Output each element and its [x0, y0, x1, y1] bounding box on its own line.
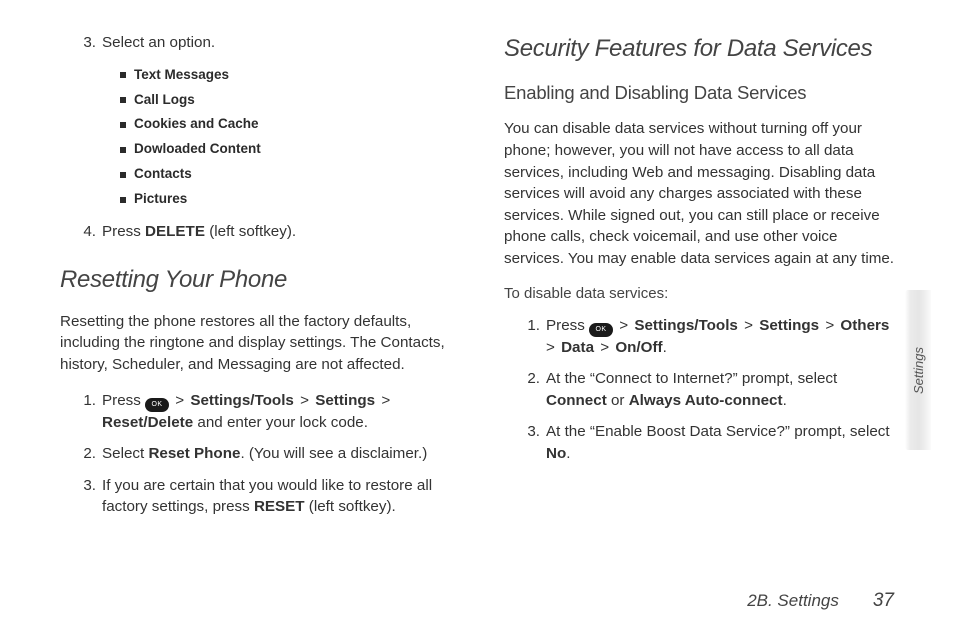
step-number: 2. — [80, 443, 102, 465]
reset-step-2: 2. Select Reset Phone. (You will see a d… — [60, 443, 456, 465]
heading-security: Security Features for Data Services — [504, 32, 900, 66]
list-item: Contacts — [120, 163, 456, 186]
menu-path-item: Others — [840, 317, 889, 334]
text-run: Press — [102, 392, 145, 409]
options-list: Text Messages Call Logs Cookies and Cach… — [60, 64, 456, 212]
section-tab: Settings — [905, 290, 931, 450]
option-label: Call Logs — [134, 89, 195, 112]
menu-path-item: Connect — [546, 392, 607, 409]
text-run: and enter your lock code. — [193, 414, 368, 431]
subheading-enable-disable: Enabling and Disabling Data Services — [504, 80, 900, 106]
menu-path-item: Settings — [759, 317, 819, 334]
disable-step-2: 2. At the “Connect to Internet?” prompt,… — [504, 368, 900, 411]
menu-path-item: Settings/Tools — [634, 317, 738, 334]
ok-button-icon: OK — [589, 323, 613, 337]
text-run: . (You will see a disclaimer.) — [240, 445, 427, 462]
text-run: or — [607, 392, 629, 409]
text-run: . — [663, 339, 667, 356]
menu-path-item: Data — [561, 339, 594, 356]
step-3: 3. Select an option. — [60, 32, 456, 54]
right-column: Security Features for Data Services Enab… — [504, 32, 900, 560]
square-bullet-icon — [120, 172, 126, 178]
list-item: Text Messages — [120, 64, 456, 87]
menu-path-item: Reset/Delete — [102, 414, 193, 431]
option-label: Pictures — [134, 188, 187, 211]
step-text: Select an option. — [102, 32, 456, 54]
square-bullet-icon — [120, 97, 126, 103]
square-bullet-icon — [120, 147, 126, 153]
page-footer: 2B. Settings 37 — [747, 590, 894, 612]
step-number: 3. — [80, 32, 102, 54]
menu-path-item: No — [546, 445, 566, 462]
step-text: Press OK > Settings/Tools > Settings > R… — [102, 390, 456, 434]
step-number: 1. — [524, 315, 546, 359]
ok-button-icon: OK — [145, 398, 169, 412]
step-text: At the “Enable Boost Data Service?” prom… — [546, 421, 900, 464]
text-run: (left softkey). — [305, 498, 396, 515]
footer-page-number: 37 — [873, 590, 894, 612]
step-number: 4. — [80, 221, 102, 243]
left-column: 3. Select an option. Text Messages Call … — [60, 32, 456, 560]
paragraph: Resetting the phone restores all the fac… — [60, 311, 456, 376]
heading-resetting: Resetting Your Phone — [60, 263, 456, 297]
key-label: RESET — [254, 498, 305, 515]
footer-section: 2B. Settings — [747, 591, 839, 611]
menu-path-item: On/Off — [615, 339, 662, 356]
option-label: Cookies and Cache — [134, 113, 259, 136]
step-text: Select Reset Phone. (You will see a disc… — [102, 443, 456, 465]
list-item: Dowloaded Content — [120, 138, 456, 161]
option-label: Dowloaded Content — [134, 138, 261, 161]
lead-line: To disable data services: — [504, 283, 900, 304]
list-item: Call Logs — [120, 89, 456, 112]
key-label: DELETE — [145, 223, 205, 240]
step-text: Press OK > Settings/Tools > Settings > O… — [546, 315, 900, 359]
paragraph: You can disable data services without tu… — [504, 118, 900, 269]
step-number: 3. — [524, 421, 546, 464]
page-body: 3. Select an option. Text Messages Call … — [0, 0, 954, 560]
chevron-separator: > — [294, 392, 315, 409]
text-run: (left softkey). — [205, 223, 296, 240]
square-bullet-icon — [120, 122, 126, 128]
step-number: 2. — [524, 368, 546, 411]
list-item: Pictures — [120, 188, 456, 211]
step-text: If you are certain that you would like t… — [102, 475, 456, 518]
square-bullet-icon — [120, 197, 126, 203]
disable-step-1: 1. Press OK > Settings/Tools > Settings … — [504, 315, 900, 359]
step-number: 1. — [80, 390, 102, 434]
reset-step-1: 1. Press OK > Settings/Tools > Settings … — [60, 390, 456, 434]
menu-path-item: Always Auto-connect — [629, 392, 783, 409]
chevron-separator: > — [594, 339, 615, 356]
reset-step-3: 3. If you are certain that you would lik… — [60, 475, 456, 518]
option-label: Contacts — [134, 163, 192, 186]
chevron-separator: > — [375, 392, 392, 409]
square-bullet-icon — [120, 72, 126, 78]
text-run: . — [783, 392, 787, 409]
step-4: 4. Press DELETE (left softkey). — [60, 221, 456, 243]
text-run: Select — [102, 445, 148, 462]
step-text: Press DELETE (left softkey). — [102, 221, 456, 243]
chevron-separator: > — [613, 317, 634, 334]
text-run: Press — [102, 223, 145, 240]
chevron-separator: > — [819, 317, 840, 334]
text-run: Press — [546, 317, 589, 334]
step-text: At the “Connect to Internet?” prompt, se… — [546, 368, 900, 411]
step-number: 3. — [80, 475, 102, 518]
menu-path-item: Settings — [315, 392, 375, 409]
text-run: At the “Connect to Internet?” prompt, se… — [546, 370, 837, 387]
text-run: . — [566, 445, 570, 462]
menu-path-item: Reset Phone — [148, 445, 240, 462]
option-label: Text Messages — [134, 64, 229, 87]
chevron-separator: > — [738, 317, 759, 334]
text-run: At the “Enable Boost Data Service?” prom… — [546, 423, 890, 440]
disable-step-3: 3. At the “Enable Boost Data Service?” p… — [504, 421, 900, 464]
chevron-separator: > — [169, 392, 190, 409]
menu-path-item: Settings/Tools — [190, 392, 294, 409]
section-tab-label: Settings — [911, 347, 926, 394]
list-item: Cookies and Cache — [120, 113, 456, 136]
